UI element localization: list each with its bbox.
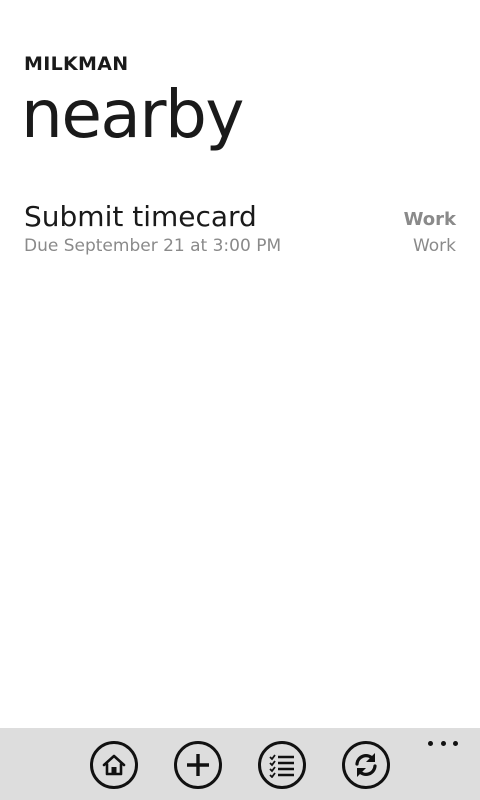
task-list-name: Work	[403, 209, 456, 230]
task-item[interactable]: Submit timecard Due September 21 at 3:00…	[24, 198, 456, 262]
app-title: MILKMAN	[24, 53, 129, 75]
home-button[interactable]	[90, 741, 138, 789]
ellipsis-icon	[440, 740, 446, 746]
ellipsis-icon	[453, 740, 458, 746]
home-icon	[102, 754, 126, 776]
add-icon	[187, 754, 209, 776]
checklist-icon	[269, 754, 294, 778]
more-button[interactable]	[428, 738, 458, 748]
sync-button[interactable]	[342, 741, 390, 789]
app-bar	[0, 728, 480, 800]
sync-icon	[355, 753, 377, 777]
ellipsis-icon	[428, 740, 433, 746]
add-button[interactable]	[174, 741, 222, 789]
page-title: nearby	[21, 76, 244, 153]
task-name: Submit timecard	[24, 200, 257, 233]
task-list: Submit timecard Due September 21 at 3:00…	[24, 198, 456, 262]
lists-button[interactable]	[258, 741, 306, 789]
task-due-date: Due September 21 at 3:00 PM	[24, 236, 282, 256]
task-tag: Work	[412, 236, 456, 256]
